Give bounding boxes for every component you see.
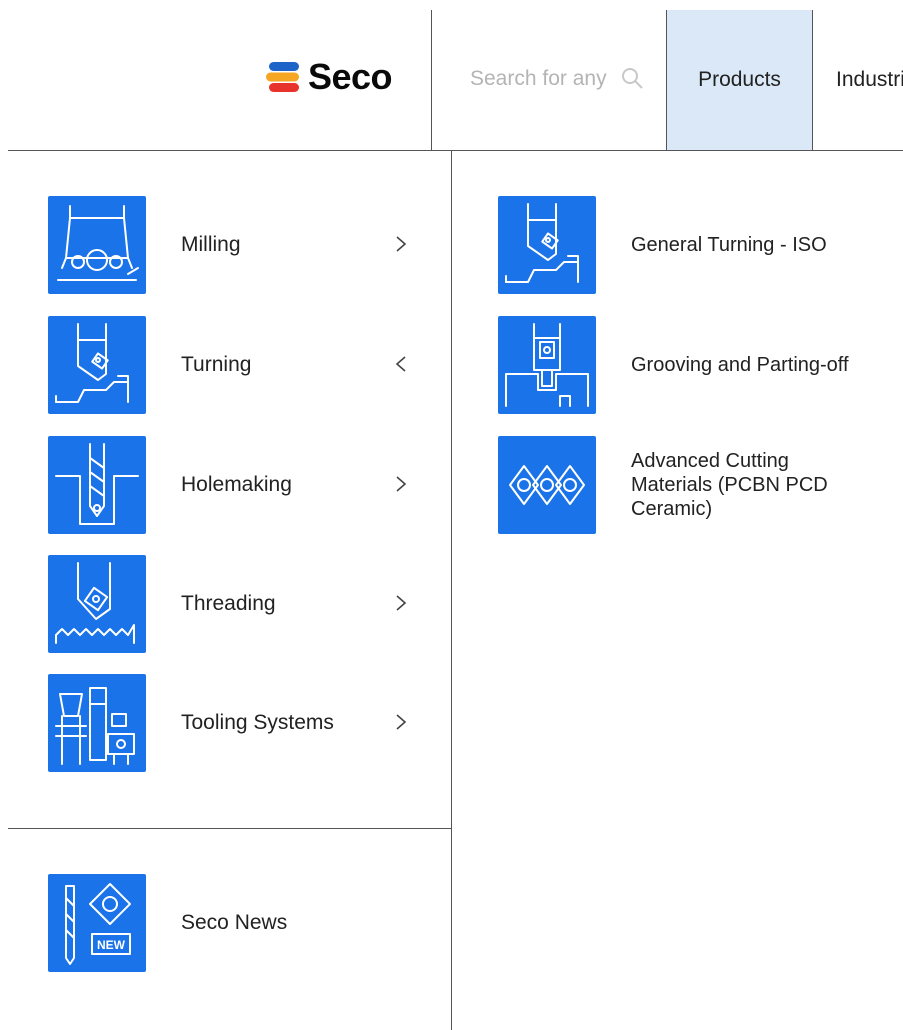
threading-icon [48, 555, 146, 653]
page: Seco Search for any Products Industries [0, 0, 903, 1030]
search-input[interactable]: Search for any [470, 63, 650, 95]
turning-icon [48, 316, 146, 414]
menu-item-turning[interactable]: Turning [48, 316, 418, 414]
nav-tab-industries-label: Industries [836, 68, 903, 91]
menu-item-label: Threading [181, 592, 276, 615]
menu-item-tooling-systems[interactable]: Tooling Systems [48, 674, 418, 772]
chevron-left-icon [395, 356, 406, 372]
logo-text: Seco [308, 56, 393, 97]
search-icon[interactable] [620, 66, 646, 92]
submenu-item-grooving-parting[interactable]: Grooving and Parting-off [498, 316, 888, 414]
advanced-cutting-materials-icon [498, 436, 596, 534]
menu-item-label: Turning [181, 353, 252, 376]
submenu-item-label: Grooving and Parting-off [631, 354, 849, 376]
submenu-item-label: Advanced Cutting Materials (PCBN PCD Cer… [631, 450, 828, 520]
menu-item-label: Milling [181, 233, 241, 256]
panel-divider [451, 151, 452, 1030]
menu-item-label: Holemaking [181, 473, 292, 496]
menu-item-label: Seco News [181, 911, 288, 934]
tooling-systems-icon [48, 674, 146, 772]
submenu-item-general-turning[interactable]: General Turning - ISO [498, 196, 888, 294]
nav-tab-products[interactable]: Products [666, 10, 813, 150]
header-bottom-divider [8, 150, 903, 151]
search-placeholder: Search for any [470, 67, 607, 90]
chevron-right-icon [396, 595, 407, 611]
submenu-item-advanced-cutting-materials[interactable]: Advanced Cutting Materials (PCBN PCD Cer… [498, 436, 888, 534]
chevron-right-icon [396, 714, 407, 730]
seco-news-icon: NEW [48, 874, 146, 972]
holemaking-icon [48, 436, 146, 534]
header-divider [431, 10, 432, 151]
milling-icon [48, 196, 146, 294]
grooving-parting-icon [498, 316, 596, 414]
left-panel-divider [8, 828, 451, 829]
chevron-right-icon [396, 476, 407, 492]
menu-item-seco-news[interactable]: NEW Seco News [48, 874, 418, 972]
general-turning-icon [498, 196, 596, 294]
new-badge: NEW [97, 938, 126, 952]
menu-item-label: Tooling Systems [181, 711, 334, 734]
nav-tab-products-label: Products [698, 68, 781, 91]
menu-item-milling[interactable]: Milling [48, 196, 418, 294]
seco-logo[interactable]: Seco [266, 56, 393, 97]
menu-item-threading[interactable]: Threading [48, 555, 418, 653]
chevron-right-icon [396, 236, 407, 252]
menu-item-holemaking[interactable]: Holemaking [48, 436, 418, 534]
submenu-item-label: General Turning - ISO [631, 234, 827, 256]
seco-logo-mark-icon [266, 62, 299, 92]
nav-tab-industries[interactable]: Industries [836, 10, 903, 150]
site-header: Seco Search for any Products Industries [0, 0, 903, 151]
